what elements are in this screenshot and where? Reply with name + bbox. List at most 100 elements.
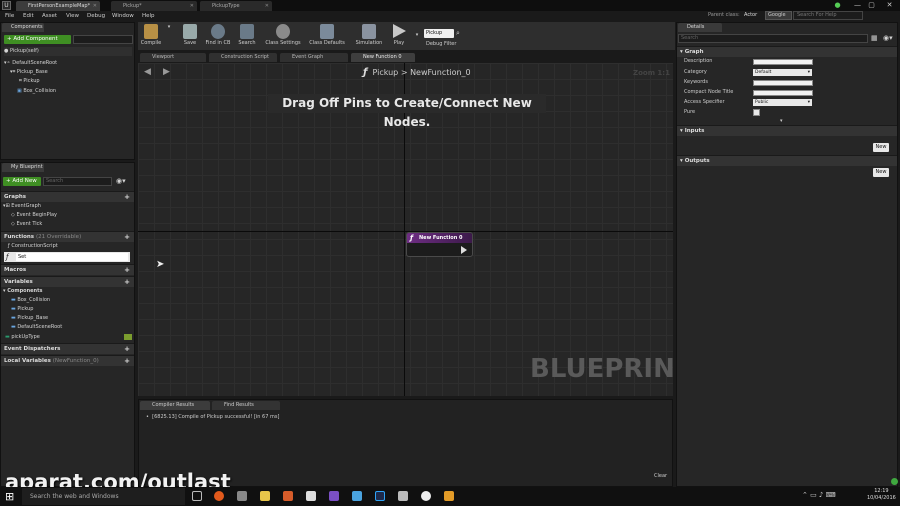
tree-pickup[interactable]: ⌗ Pickup [19, 77, 40, 86]
app-icon[interactable] [352, 491, 362, 501]
search-button[interactable]: Search [236, 24, 258, 50]
photoshop-icon[interactable] [375, 491, 385, 501]
close-window-icon[interactable]: ✕ [884, 1, 895, 10]
var-pickup[interactable]: ▬ Pickup [11, 305, 33, 314]
visual-studio-icon[interactable] [329, 491, 339, 501]
tab-construction-script[interactable]: Construction Script [209, 53, 277, 62]
doc-tab-map[interactable]: FirstPersonExampleMap* ✕ [16, 1, 100, 11]
new-output-button[interactable]: New [873, 168, 889, 177]
menu-help[interactable]: Help [142, 11, 155, 22]
find-in-cb-button[interactable]: Find in CB [203, 24, 233, 50]
maximize-icon[interactable]: ▢ [866, 1, 877, 10]
function-item-constructionscript[interactable]: ƒ ConstructionScript [8, 242, 58, 251]
event-beginplay-item[interactable]: ◇ Event BeginPlay [11, 211, 57, 220]
menu-asset[interactable]: Asset [42, 11, 57, 22]
description-input[interactable] [753, 59, 813, 65]
magnifier-icon[interactable]: ⌕ [456, 29, 460, 38]
forward-arrow-icon[interactable]: ▶ [163, 67, 170, 77]
tab-find-results[interactable]: Find Results [212, 401, 280, 410]
app-icon[interactable] [306, 491, 316, 501]
function-rename-input[interactable]: Set [16, 253, 128, 261]
breadcrumb-root[interactable]: Pickup [372, 68, 398, 77]
add-local-variable-icon[interactable]: + [124, 356, 130, 367]
taskbar-search-input[interactable]: Search the web and Windows [22, 488, 185, 505]
firefox-icon[interactable] [214, 491, 224, 501]
notify-icon[interactable]: ● [832, 1, 843, 10]
doc-tab-pickup[interactable]: Pickup* ✕ [111, 1, 197, 11]
tab-new-function-0[interactable]: New Function 0 [351, 53, 415, 62]
play-button[interactable]: Play [388, 24, 410, 50]
menu-edit[interactable]: Edit [23, 11, 34, 22]
unreal-icon[interactable] [421, 491, 431, 501]
inputs-section-header[interactable]: ▾ Inputs [677, 125, 897, 136]
add-dispatcher-icon[interactable]: + [124, 344, 130, 355]
pure-checkbox[interactable] [753, 109, 760, 116]
local-variables-header[interactable]: Local Variables (NewFunction_0) + [1, 355, 134, 366]
debug-object-select[interactable]: Pickup [424, 29, 454, 38]
var-defaultsceneroot[interactable]: ▬ DefaultSceneRoot [11, 323, 62, 332]
add-macro-icon[interactable]: + [124, 265, 130, 276]
eye-icon[interactable]: ◉▾ [116, 177, 126, 186]
close-icon[interactable]: ✕ [93, 1, 97, 11]
class-settings-button[interactable]: Class Settings [263, 24, 303, 50]
menu-view[interactable]: View [66, 11, 79, 22]
exec-output-pin[interactable] [461, 246, 467, 254]
compile-options-button[interactable]: ▾ [165, 24, 173, 50]
tree-pickup-base[interactable]: ▾⌗ Pickup_Base [10, 68, 48, 77]
event-dispatchers-header[interactable]: Event Dispatchers + [1, 343, 134, 354]
details-search-input[interactable]: Search [678, 34, 868, 43]
app-icon[interactable] [398, 491, 408, 501]
var-pickup-base[interactable]: ▬ Pickup_Base [11, 314, 48, 323]
tree-defaultsceneroot[interactable]: ▾⚬ DefaultSceneRoot [4, 59, 57, 68]
compile-button[interactable]: Compile [139, 24, 163, 50]
clear-button[interactable]: Clear [654, 473, 667, 479]
eye-icon[interactable]: ◉▾ [883, 34, 893, 42]
self-item[interactable]: ● Pickup(self) [4, 47, 132, 56]
tab-compiler-results[interactable]: Compiler Results [140, 401, 210, 410]
category-combo[interactable]: Default ▾ [753, 69, 812, 76]
tab-viewport[interactable]: Viewport [140, 53, 206, 62]
parent-class-value[interactable]: Actor [744, 12, 757, 18]
taskbar-clock[interactable]: 12:19 10/04/2016 [867, 488, 896, 502]
blueprint-graph-canvas[interactable]: ◀ ▶ ƒ Pickup > NewFunction_0 Zoom 1:1 Dr… [138, 63, 673, 396]
variables-header[interactable]: Variables + [1, 276, 134, 287]
access-specifier-combo[interactable]: Public ▾ [753, 99, 812, 106]
eventgraph-item[interactable]: ▾⊞ EventGraph [3, 202, 41, 211]
functions-header[interactable]: Functions (21 Overridable) + [1, 231, 134, 242]
app-icon[interactable] [444, 491, 454, 501]
blueprint-search-input[interactable]: Search [43, 177, 112, 186]
save-button[interactable]: Save [179, 24, 201, 50]
components-vars-header[interactable]: ▾ Components [3, 287, 42, 296]
details-tab[interactable]: Details [678, 23, 722, 32]
visibility-eye-icon[interactable] [124, 334, 132, 340]
macros-header[interactable]: Macros + [1, 264, 134, 275]
add-function-icon[interactable]: + [124, 232, 130, 243]
class-defaults-button[interactable]: Class Defaults [307, 24, 347, 50]
app-icon[interactable] [237, 491, 247, 501]
windows-start-icon[interactable]: ⊞ [5, 490, 14, 503]
blender-icon[interactable] [283, 491, 293, 501]
close-icon[interactable]: ✕ [265, 1, 269, 11]
task-view-icon[interactable] [192, 491, 202, 501]
keywords-input[interactable] [753, 80, 813, 86]
var-box-collision[interactable]: ▬ Box_Collision [11, 296, 50, 305]
add-component-button[interactable]: + Add Component [4, 35, 71, 44]
my-blueprint-tab[interactable]: My Blueprint [2, 163, 44, 172]
add-graph-icon[interactable]: + [124, 192, 130, 203]
function-rename-row[interactable]: ƒ Set [4, 252, 130, 262]
event-tick-item[interactable]: ◇ Event Tick [11, 220, 42, 229]
new-input-button[interactable]: New [873, 143, 889, 152]
menu-file[interactable]: File [5, 11, 14, 22]
menu-debug[interactable]: Debug [87, 11, 105, 22]
advanced-expand-icon[interactable]: ▾ [780, 118, 783, 124]
back-arrow-icon[interactable]: ◀ [144, 67, 151, 77]
add-new-button[interactable]: + Add New [3, 177, 41, 186]
grid-view-icon[interactable]: ▦ [871, 34, 878, 42]
var-pickuptype[interactable]: ▬ pickUpType [5, 333, 40, 342]
minimize-icon[interactable]: — [852, 1, 863, 10]
close-icon[interactable]: ✕ [190, 1, 194, 11]
component-search-input[interactable] [73, 35, 133, 44]
tray-icons[interactable]: ⌃ ▭ ♪ ⌨ [802, 491, 836, 499]
function-entry-node[interactable]: ƒ New Function 0 [406, 232, 473, 257]
outputs-section-header[interactable]: ▾ Outputs [677, 155, 897, 166]
